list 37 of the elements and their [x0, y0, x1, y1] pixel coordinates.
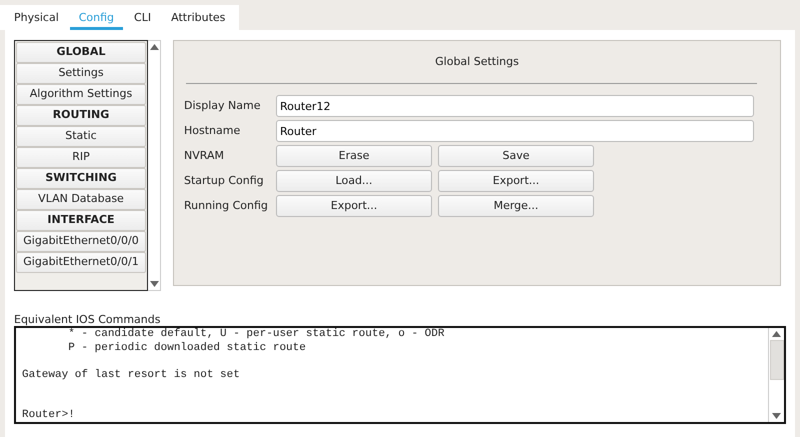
field-label: Running Config [184, 198, 269, 214]
sidebar-item[interactable]: VLAN Database [16, 189, 146, 210]
field-label: NVRAM [184, 148, 225, 164]
sidebar-item[interactable]: Settings [16, 63, 146, 84]
scroll-down-icon[interactable] [150, 281, 158, 287]
scrollbar[interactable] [768, 328, 784, 422]
scroll-up-icon[interactable] [772, 331, 781, 337]
sidebar-item[interactable]: Static [16, 126, 146, 147]
action-button[interactable]: Export... [276, 195, 432, 217]
action-button[interactable]: Merge... [438, 195, 594, 217]
text-field[interactable]: Router [276, 120, 754, 142]
action-button[interactable]: Save [438, 145, 594, 167]
panel-title: Global Settings [434, 54, 520, 70]
scroll-down-icon[interactable] [772, 413, 781, 419]
tab[interactable]: Attributes [162, 5, 234, 30]
field-label: Startup Config [184, 172, 265, 189]
action-button[interactable]: Load... [276, 170, 432, 192]
sidebar-item[interactable]: GigabitEthernet0/0/0 [16, 231, 146, 252]
field-label: Display Name [184, 98, 262, 114]
section-header[interactable]: ROUTING [16, 105, 146, 126]
section-header[interactable]: SWITCHING [16, 168, 146, 189]
action-button[interactable]: Erase [276, 145, 432, 167]
sidebar-item[interactable]: GigabitEthernet0/0/1 [16, 252, 146, 273]
sidebar-item[interactable]: RIP [16, 147, 146, 168]
field-label: Hostname [184, 122, 242, 139]
scroll-up-icon[interactable] [150, 44, 158, 50]
console-text: * - candidate default, U - per-user static route, o - ODR P - periodic downloaded static route Gateway of last resort is not set Router>! [21, 328, 446, 422]
section-header[interactable]: GLOBAL [16, 42, 146, 63]
section-header[interactable]: INTERFACE [16, 210, 146, 231]
section-label: Equivalent IOS Commands [14, 313, 162, 326]
tab[interactable]: Physical [5, 5, 68, 30]
scroll-thumb[interactable] [770, 340, 784, 380]
sidebar-item[interactable]: Algorithm Settings [16, 84, 146, 105]
action-button[interactable]: Export... [438, 170, 594, 192]
tab[interactable]: CLI [125, 5, 160, 30]
scrollbar[interactable] [148, 40, 161, 291]
text-field[interactable]: Router12 [276, 95, 754, 117]
